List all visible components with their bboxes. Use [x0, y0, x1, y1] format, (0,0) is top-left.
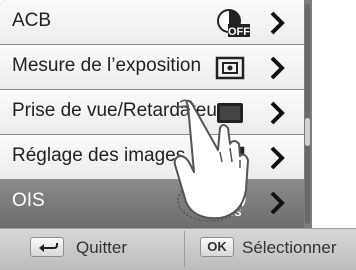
menu-item-ois[interactable]: OIS OIS — [0, 180, 304, 228]
back-arrow-icon — [39, 243, 58, 252]
menu-item-label: OIS — [12, 190, 45, 211]
chevron-right-icon — [268, 56, 286, 80]
screen-margin — [318, 0, 356, 228]
scrollbar-thumb[interactable] — [305, 118, 310, 146]
menu-item-label: Mesure de l’exposition — [12, 55, 202, 76]
camera-screen: ACB OFF Mesure de l’exposition Prise de … — [0, 0, 356, 270]
chevron-right-icon — [268, 11, 286, 35]
acb-off-icon: OFF — [214, 8, 250, 38]
menu-item-metering[interactable]: Mesure de l’exposition — [0, 45, 304, 90]
metering-icon — [214, 53, 250, 83]
chevron-right-icon — [268, 191, 286, 215]
chevron-right-icon — [268, 146, 286, 170]
chevron-right-icon — [268, 101, 286, 125]
menu-list: ACB OFF Mesure de l’exposition Prise de … — [0, 0, 312, 228]
menu-item-drive-mode[interactable]: Prise de vue/Retardateur — [0, 90, 304, 135]
menu-item-acb[interactable]: ACB OFF — [0, 0, 304, 45]
touch-hand-icon — [173, 99, 249, 222]
select-label[interactable]: Sélectionner — [242, 238, 337, 258]
ok-button[interactable]: OK — [200, 237, 234, 257]
back-button[interactable] — [30, 237, 64, 257]
menu-item-image-adjust[interactable]: Réglage des images — [0, 135, 304, 180]
scrollbar-track[interactable] — [305, 4, 310, 224]
menu-item-label: ACB — [12, 10, 52, 31]
acb-off-text: OFF — [228, 26, 250, 38]
menu-screen: ACB OFF Mesure de l’exposition Prise de … — [0, 0, 356, 270]
quit-label[interactable]: Quitter — [76, 238, 127, 258]
footer-bar: Quitter OK Sélectionner — [0, 228, 356, 270]
footer-divider — [184, 231, 185, 267]
